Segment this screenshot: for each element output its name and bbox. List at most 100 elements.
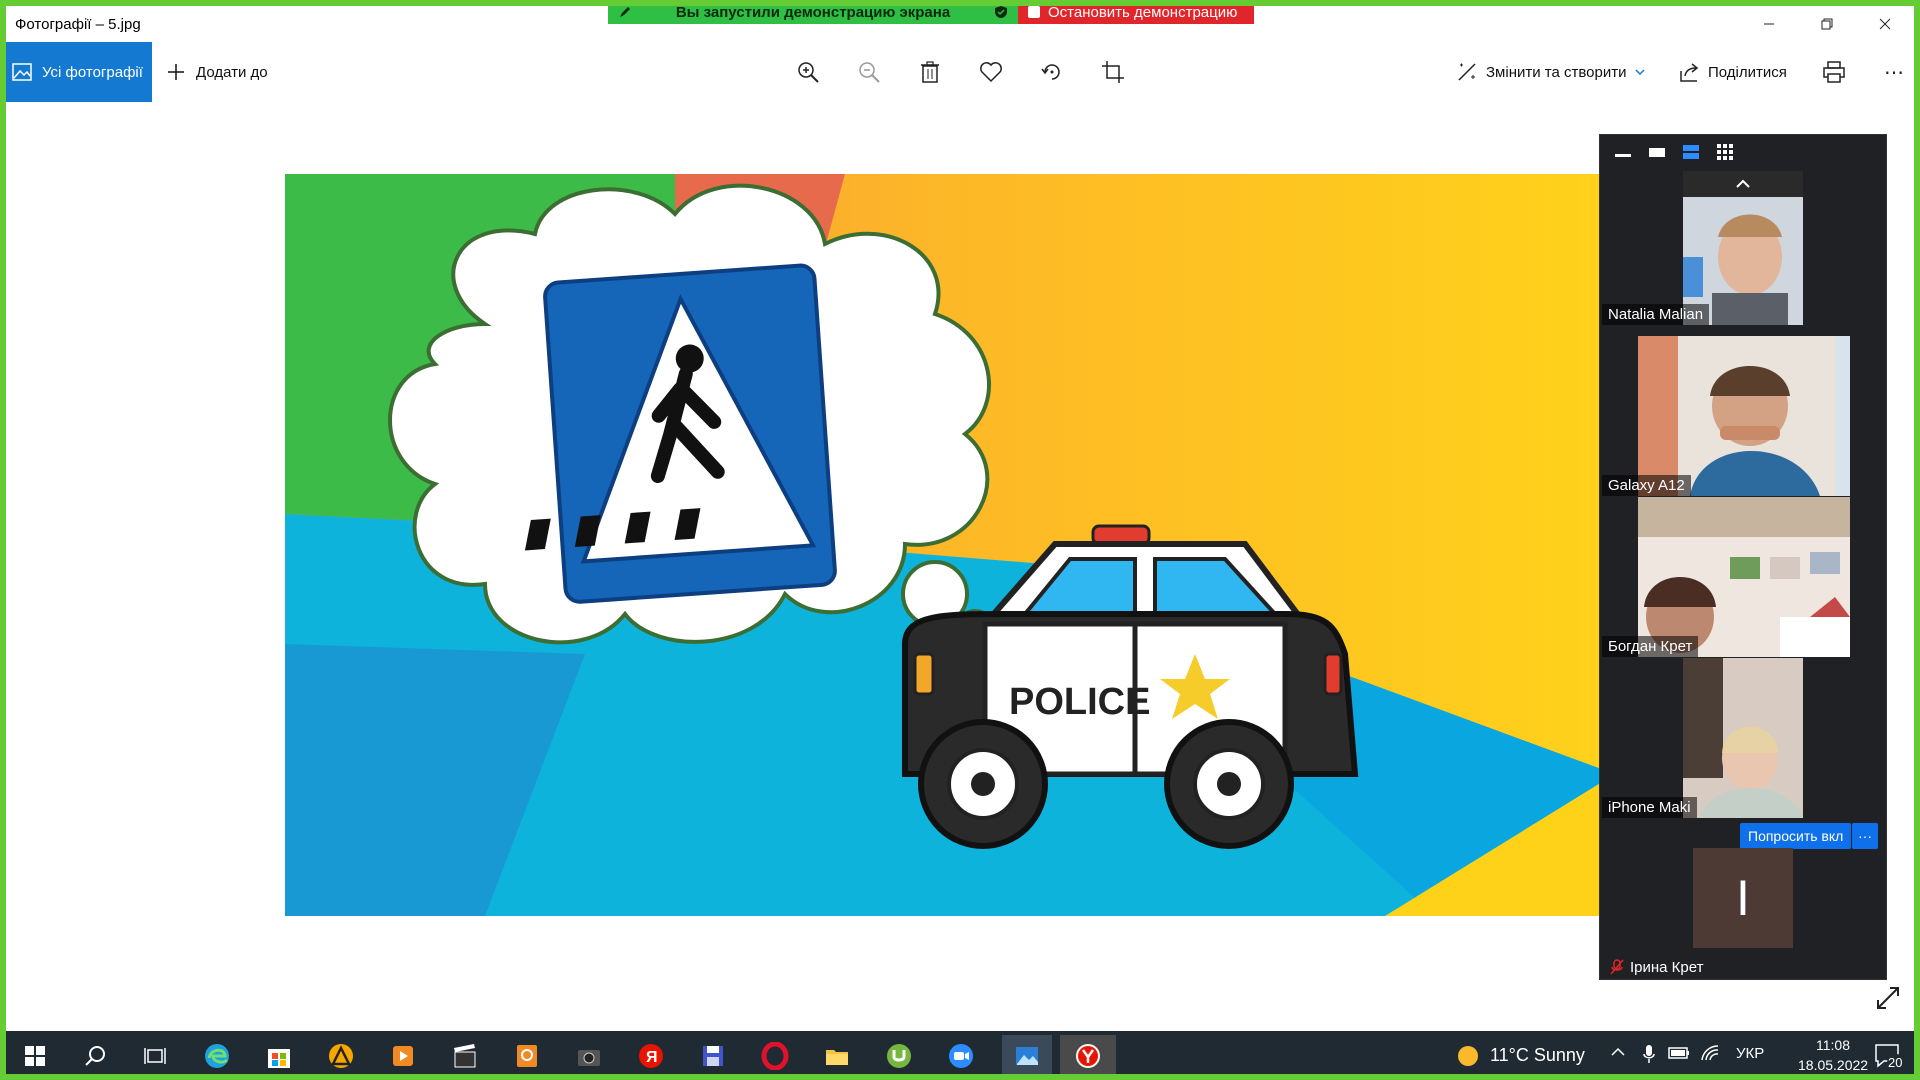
taskbar-app-edge[interactable] [196,1035,238,1077]
microphone-tray[interactable] [1642,1044,1656,1069]
search-button[interactable] [74,1035,116,1077]
battery-tray[interactable] [1668,1046,1690,1065]
participant-video [1638,497,1850,657]
tray-overflow-button[interactable] [1610,1044,1626,1065]
yandex-browser-icon [1076,1044,1100,1068]
start-button[interactable] [14,1035,56,1077]
aimp-icon [329,1044,353,1068]
windows-logo-icon [25,1046,45,1066]
print-button[interactable] [1818,56,1850,88]
yandex-icon: Я [639,1044,663,1068]
folder-icon [826,1050,848,1065]
wifi-tray[interactable] [1700,1044,1720,1067]
edge-icon [205,1044,229,1068]
taskbar-app-camera[interactable] [568,1035,610,1077]
ask-to-start-video-button[interactable]: Попросить вкл [1740,823,1852,849]
zoom-video-panel: Natalia Malian Galaxy A12 Богдан Крет iP… [1599,134,1887,980]
stop-icon [1028,6,1040,18]
clock-time: 11:08 [1816,1037,1850,1053]
taskbar-app-explorer[interactable] [816,1035,858,1077]
utorrent-icon [887,1044,911,1068]
taskbar-app-aimp[interactable] [320,1035,362,1077]
expand-button[interactable] [1874,984,1902,1012]
photos-toolbar: Усі фотографії Додати до Змінити та ство… [6,42,1914,102]
restore-icon [1821,18,1833,30]
scroll-up-button[interactable] [1683,171,1803,197]
window-controls [1740,6,1914,42]
edit-create-label: Змінити та створити [1486,63,1627,81]
restore-button[interactable] [1798,6,1856,42]
plus-icon [168,64,184,80]
taskbar-app-photos[interactable] [1002,1035,1052,1077]
edit-create-button[interactable]: Змінити та створити [1456,42,1646,102]
task-view-icon [144,1048,166,1064]
strip-view-icon[interactable] [1682,144,1700,160]
floppy-disk-icon [703,1046,723,1066]
pen-icon[interactable] [618,5,632,19]
video-tile[interactable]: Galaxy A12 [1600,336,1888,496]
share-button[interactable]: Поділитися [1678,42,1787,102]
rotate-icon [1041,64,1060,80]
participant-video [1638,336,1850,496]
svg-text:Я: Я [646,1049,658,1066]
wifi-icon [1701,1045,1719,1061]
pdf-icon [517,1045,537,1067]
minimize-video-icon[interactable] [1614,145,1632,159]
photo-viewer-image[interactable]: POLICE [285,174,1615,916]
taskbar-app-utorrent[interactable] [878,1035,920,1077]
notification-count: 20 [1888,1055,1903,1070]
chevron-up-icon [1611,1047,1625,1056]
add-to-label: Додати до [196,63,268,81]
gallery-view-icon[interactable] [1716,143,1734,161]
speaker-view-icon[interactable] [1648,145,1666,159]
system-clock[interactable]: 11:08 18.05.2022 [1798,1035,1868,1075]
all-photos-button[interactable]: Усі фотографії [6,42,152,102]
avatar: I [1693,848,1793,948]
taskbar-app-player[interactable] [382,1035,424,1077]
crop-button[interactable] [1097,56,1129,88]
media-player-icon [393,1046,413,1066]
delete-button[interactable] [914,56,946,88]
microphone-icon [1643,1045,1655,1063]
close-icon [1879,18,1891,30]
taskbar-app-zoom[interactable] [940,1035,982,1077]
close-button[interactable] [1856,6,1914,42]
zoom-in-icon [798,62,819,83]
minimize-button[interactable] [1740,6,1798,42]
edit-create-icon [1458,63,1476,81]
taskbar-app-pdf[interactable] [506,1035,548,1077]
input-language[interactable]: УКР [1736,1045,1764,1062]
add-to-button[interactable]: Додати до [166,42,268,102]
taskbar-app-yandex-browser[interactable] [1060,1035,1116,1077]
opera-icon [761,1042,789,1070]
more-options-button[interactable]: ⋯ [1878,56,1910,88]
expand-icon [1877,987,1899,1009]
participant-name-muted: Ірина Крет [1600,955,1703,979]
stop-share-button[interactable]: Остановить демонстрацию [1018,0,1254,24]
sharing-message: Вы запустили демонстрацию экрана [675,3,951,21]
rotate-button[interactable] [1036,56,1068,88]
weather-widget[interactable]: 11°C Sunny [1456,1031,1585,1080]
zoom-in-button[interactable] [792,56,824,88]
participant-name: Galaxy A12 [1602,475,1691,496]
favorite-button[interactable] [975,56,1007,88]
notification-center-button[interactable]: 20 [1872,1039,1906,1073]
taskbar-app-opera[interactable] [754,1035,796,1077]
taskbar-app-save[interactable] [692,1035,734,1077]
video-tile[interactable]: iPhone Maki [1600,658,1888,818]
participant-more-button[interactable]: ··· [1852,823,1878,849]
muted-participant-label: Ірина Крет [1630,958,1704,976]
video-tile[interactable]: Natalia Malian [1600,197,1888,325]
clapperboard-icon [454,1044,476,1068]
store-icon [268,1049,290,1068]
participant-name: iPhone Maki [1602,797,1697,818]
zoom-out-button[interactable] [853,56,885,88]
taskbar-app-yandex[interactable]: Я [630,1035,672,1077]
muted-mic-icon [1610,959,1624,975]
taskbar-app-video-editor[interactable] [444,1035,486,1077]
chevron-down-icon [1635,69,1646,76]
photos-app-icon [1016,1047,1038,1065]
video-tile[interactable]: Богдан Крет [1600,497,1888,657]
taskbar-app-store[interactable] [258,1035,300,1077]
task-view-button[interactable] [134,1035,176,1077]
